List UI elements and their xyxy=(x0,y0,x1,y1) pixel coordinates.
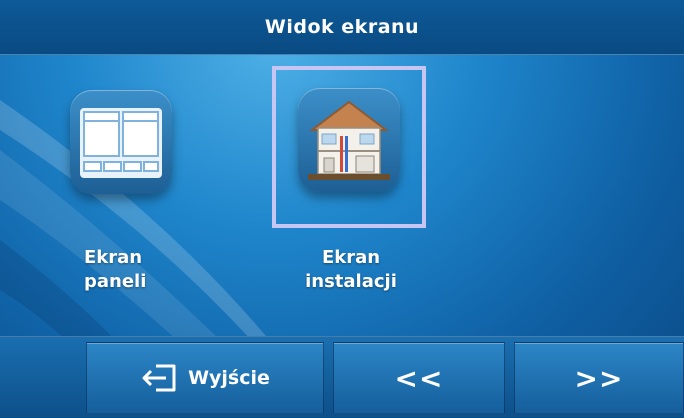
tile-installation-view-label-line1: Ekran xyxy=(321,247,381,268)
header-bar: Widok ekranu xyxy=(0,0,684,55)
exit-door-arrow-icon xyxy=(142,364,176,392)
panel-view-icon xyxy=(80,108,162,178)
exit-button[interactable]: Wyjście xyxy=(86,342,324,414)
page-title: Widok ekranu xyxy=(264,16,420,38)
previous-button-label: << xyxy=(394,361,444,395)
tile-panel-view-label-line2: paneli xyxy=(84,271,147,292)
tile-panel-view-label-line1: Ekran xyxy=(84,247,143,268)
house-installation-icon xyxy=(308,100,390,180)
tile-panel-view[interactable] xyxy=(70,90,172,194)
screen: Widok ekranu Ekran paneli Ekran instalac… xyxy=(0,0,684,418)
tile-installation-view[interactable] xyxy=(298,88,400,192)
tile-installation-view-label: Ekran instalacji xyxy=(299,246,403,294)
next-button-label: >> xyxy=(574,361,624,395)
previous-button[interactable]: << xyxy=(333,342,505,414)
exit-button-label: Wyjście xyxy=(188,367,270,389)
tile-installation-view-label-line2: instalacji xyxy=(305,271,397,292)
tile-panel-view-label: Ekran paneli xyxy=(84,246,146,294)
next-button[interactable]: >> xyxy=(514,342,684,414)
